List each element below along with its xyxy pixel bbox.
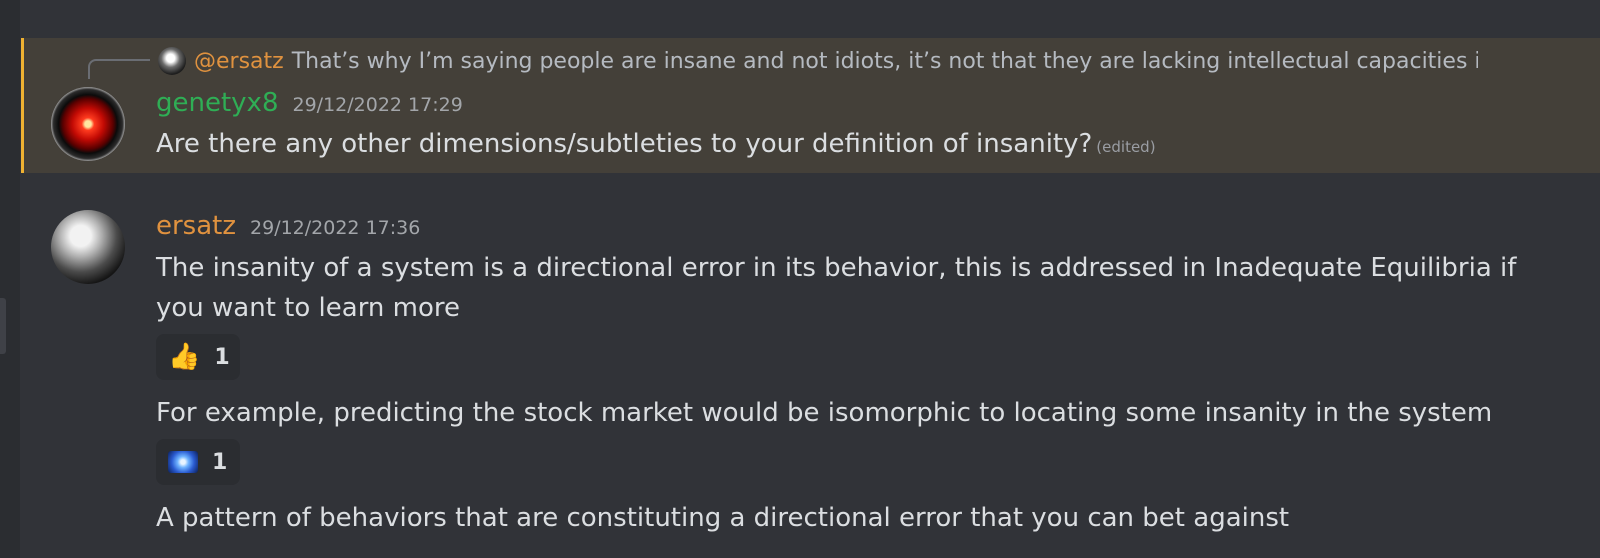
message-text: Are there any other dimensions/subtletie… bbox=[156, 124, 1156, 167]
avatar[interactable] bbox=[51, 210, 125, 284]
chat-panel: @ersatz That’s why I’m saying people are… bbox=[0, 0, 1600, 558]
timestamp: 29/12/2022 17:29 bbox=[292, 94, 463, 116]
reply-preview-text: That’s why I’m saying people are insane … bbox=[291, 48, 1478, 74]
reply-avatar bbox=[158, 47, 186, 75]
username[interactable]: ersatz bbox=[156, 211, 236, 241]
reaction-galaxy[interactable]: 1 bbox=[156, 439, 240, 485]
sidebar-scrollbar[interactable] bbox=[0, 298, 6, 354]
edited-label: (edited) bbox=[1096, 138, 1156, 156]
message-text: The insanity of a system is a directiona… bbox=[156, 253, 1517, 283]
message-body: Are there any other dimensions/subtletie… bbox=[156, 129, 1093, 159]
message-text: you want to learn more bbox=[156, 293, 461, 323]
reply-connector bbox=[88, 59, 150, 79]
message-text: For example, predicting the stock market… bbox=[156, 398, 1493, 428]
message-header: genetyx8 29/12/2022 17:29 bbox=[156, 88, 463, 118]
message-text: A pattern of behaviors that are constitu… bbox=[156, 503, 1290, 533]
reply-mention[interactable]: @ersatz bbox=[194, 49, 284, 74]
reply-preview[interactable]: @ersatz That’s why I’m saying people are… bbox=[158, 47, 1478, 75]
avatar[interactable] bbox=[51, 87, 125, 161]
reaction-count: 1 bbox=[212, 449, 228, 475]
message-header: ersatz 29/12/2022 17:36 bbox=[156, 211, 420, 241]
galaxy-emoji-icon bbox=[168, 451, 198, 473]
reaction-thumbs-up[interactable]: 👍 1 bbox=[156, 334, 240, 380]
thumbs-up-icon: 👍 bbox=[168, 342, 201, 372]
timestamp: 29/12/2022 17:36 bbox=[250, 217, 421, 239]
reaction-count: 1 bbox=[214, 344, 230, 370]
channel-sidebar-edge bbox=[0, 0, 20, 558]
username[interactable]: genetyx8 bbox=[156, 88, 278, 118]
